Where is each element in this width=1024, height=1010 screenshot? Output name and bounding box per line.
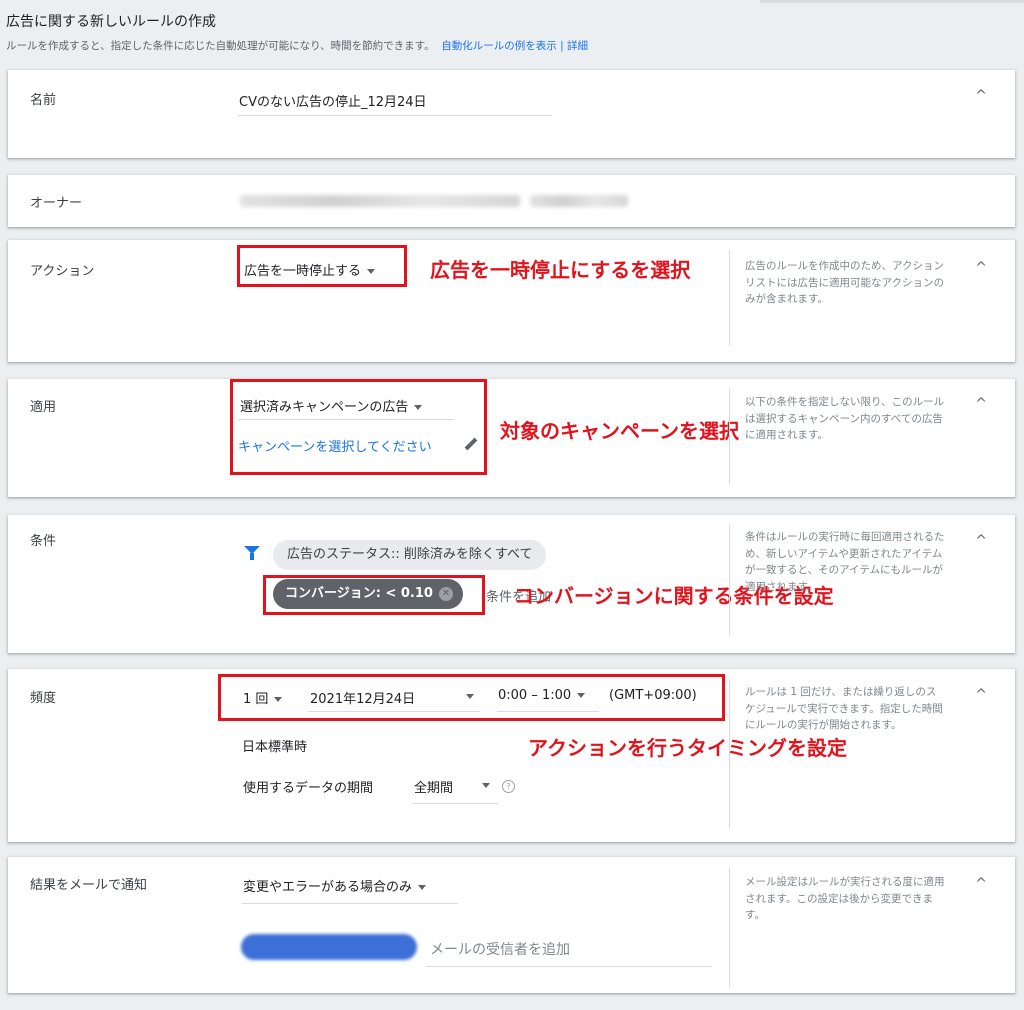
dropdown-arrow-icon xyxy=(414,405,423,410)
time-dropdown[interactable]: 0:00 – 1:00 xyxy=(498,688,586,703)
select-campaign-link[interactable]: キャンペーンを選択してください xyxy=(238,436,432,455)
help-divider xyxy=(729,525,730,635)
frequency-dropdown-value: 1 回 xyxy=(243,692,269,707)
name-input-underline xyxy=(238,115,552,116)
data-period-underline xyxy=(412,803,498,804)
apply-help: 以下の条件を指定しない限り、このルールは選択するキャンペーン内のすべての広告に適… xyxy=(745,396,945,441)
dropdown-arrow-icon[interactable] xyxy=(482,783,490,788)
apply-card: 適用 選択済みキャンペーンの広告 キャンペーンを選択してください 対象のキャンペ… xyxy=(8,379,1015,497)
time-dropdown-value: 0:00 – 1:00 xyxy=(498,688,572,703)
name-input[interactable]: CVのない広告の停止_12月24日 xyxy=(239,91,427,110)
condition-help: 条件はルールの実行時に毎回適用されるため、新しいアイテムや更新されたアイテムが一… xyxy=(745,531,945,593)
chevron-up-icon[interactable]: ^ xyxy=(975,533,987,549)
name-card: 名前 CVのない広告の停止_12月24日 ^ xyxy=(8,70,1015,158)
owner-value-blurred xyxy=(240,195,520,207)
action-help: 広告のルールを作成中のため、アクション リストには広告に適用可能なアクションのみ… xyxy=(745,260,944,305)
apply-label: 適用 xyxy=(30,400,57,415)
condition-label: 条件 xyxy=(30,534,57,549)
chevron-up-icon[interactable]: ^ xyxy=(975,88,987,104)
action-dropdown[interactable]: 広告を一時停止する xyxy=(244,260,376,279)
chevron-up-icon[interactable]: ^ xyxy=(975,876,987,892)
date-underline xyxy=(308,711,480,712)
apply-annotation: 対象のキャンペーンを選択 xyxy=(500,419,739,443)
dropdown-arrow-icon xyxy=(274,697,283,702)
recipient-underline xyxy=(426,966,712,967)
chevron-up-icon[interactable]: ^ xyxy=(975,687,987,703)
examples-link[interactable]: 自動化ルールの例を表示 xyxy=(441,40,557,52)
recipient-input[interactable]: メールの受信者を追加 xyxy=(430,939,570,959)
owner-label: オーナー xyxy=(30,196,83,211)
action-dropdown-value: 広告を一時停止する xyxy=(244,264,362,279)
chevron-up-icon[interactable]: ^ xyxy=(975,396,987,412)
time-underline xyxy=(497,711,599,712)
owner-card: オーナー xyxy=(8,175,1015,227)
action-annotation: 広告を一時停止にするを選択 xyxy=(430,258,691,282)
condition-card: 条件 広告のステータス:: 削除済みを除くすべて コンバージョン: < 0.10… xyxy=(8,515,1015,653)
email-card: 結果をメールで通知 変更やエラーがある場合のみ メールの受信者を追加 メール設定… xyxy=(8,857,1015,993)
dropdown-arrow-icon xyxy=(418,885,427,890)
frequency-label: 頻度 xyxy=(30,691,57,706)
email-dropdown-underline xyxy=(242,903,458,904)
help-circle-icon[interactable]: ? xyxy=(502,780,515,793)
email-help: メール設定はルールが実行される度に適用されます。この設定は後から変更できます。 xyxy=(745,876,945,921)
apply-dropdown-value: 選択済みキャンペーンの広告 xyxy=(240,400,409,415)
remove-chip-icon[interactable]: ✕ xyxy=(438,586,453,601)
link-separator: | xyxy=(560,40,564,52)
chevron-up-icon[interactable]: ^ xyxy=(975,260,987,276)
subtitle-text: ルールを作成すると、指定した条件に応じた自動処理が可能になり、時間を節約できます… xyxy=(6,40,435,52)
help-divider xyxy=(729,389,730,485)
email-setting-dropdown[interactable]: 変更やエラーがある場合のみ xyxy=(243,876,427,895)
help-divider xyxy=(729,250,730,346)
data-period-value[interactable]: 全期間 xyxy=(414,777,453,796)
help-divider xyxy=(729,679,730,829)
conversion-chip-text: コンバージョン: < 0.10 xyxy=(285,586,433,601)
dropdown-arrow-icon[interactable] xyxy=(466,694,474,699)
apply-dropdown[interactable]: 選択済みキャンペーンの広告 xyxy=(240,396,423,415)
data-period-label: 使用するデータの期間 xyxy=(243,781,374,796)
frequency-card: 頻度 1 回 2021年12月24日 0:00 – 1:00 (GMT+09:0… xyxy=(8,669,1015,842)
recipient-chip-blurred[interactable] xyxy=(241,934,417,960)
apply-highlight-box xyxy=(230,379,487,475)
frequency-dropdown[interactable]: 1 回 xyxy=(243,688,283,707)
details-link[interactable]: 詳細 xyxy=(567,40,588,52)
conversion-condition-chip[interactable]: コンバージョン: < 0.10 ✕ xyxy=(273,579,463,609)
top-edge xyxy=(760,0,1024,3)
dropdown-arrow-icon xyxy=(367,269,376,274)
filter-icon-stem xyxy=(250,553,254,560)
timezone-offset: (GMT+09:00) xyxy=(609,688,697,703)
help-divider xyxy=(729,867,730,987)
page-title: 広告に関する新しいルールの作成 xyxy=(6,14,216,30)
action-card: アクション 広告を一時停止する 広告を一時停止にするを選択 広告のルールを作成中… xyxy=(8,240,1015,362)
action-label: アクション xyxy=(30,264,95,279)
status-condition-chip[interactable]: 広告のステータス:: 削除済みを除くすべて xyxy=(273,540,547,570)
name-label: 名前 xyxy=(30,93,57,108)
dropdown-arrow-icon xyxy=(577,693,586,698)
page-subtitle: ルールを作成すると、指定した条件に応じた自動処理が可能になり、時間を節約できます… xyxy=(6,38,588,53)
frequency-annotation: アクションを行うタイミングを設定 xyxy=(528,736,847,760)
timezone-name: 日本標準時 xyxy=(242,740,308,755)
email-dropdown-value: 変更やエラーがある場合のみ xyxy=(243,880,413,895)
owner-email-blurred xyxy=(530,195,628,207)
frequency-help: ルールは 1 回だけ、または繰り返しのスケジュールで実行できます。指定した時間に… xyxy=(745,686,943,731)
apply-dropdown-underline xyxy=(238,419,454,420)
date-picker[interactable]: 2021年12月24日 xyxy=(310,688,415,707)
email-label: 結果をメールで通知 xyxy=(30,878,148,893)
